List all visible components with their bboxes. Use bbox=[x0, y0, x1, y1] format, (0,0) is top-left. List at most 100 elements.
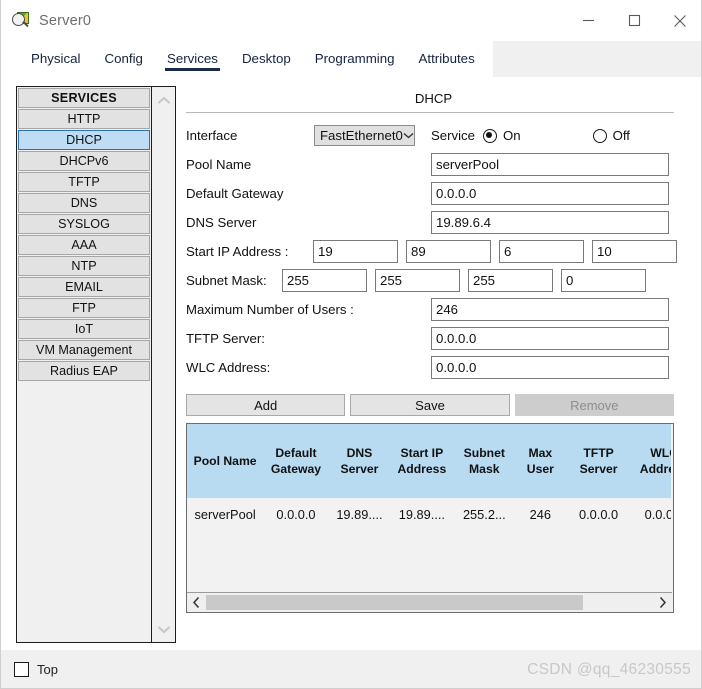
table-horizontal-scrollbar[interactable] bbox=[187, 592, 672, 612]
title-divider bbox=[186, 112, 674, 113]
tab-physical[interactable]: Physical bbox=[19, 41, 93, 66]
sidebar-item-aaa[interactable]: AAA bbox=[18, 235, 150, 255]
col-tftp-server[interactable]: TFTP Server bbox=[566, 424, 632, 498]
interface-row: Interface FastEthernet0 Service On Off bbox=[186, 121, 681, 150]
sidebar-item-vm-management[interactable]: VM Management bbox=[18, 340, 150, 360]
default-gateway-input[interactable] bbox=[431, 182, 669, 205]
watermark-text: CSDN @qq_46230555 bbox=[527, 661, 691, 679]
subnet-mask-octet-1[interactable] bbox=[282, 269, 367, 292]
cell-wlc-address: 0.0.0.0 bbox=[631, 498, 671, 530]
tftp-server-row: TFTP Server: bbox=[186, 324, 681, 353]
tftp-server-label: TFTP Server: bbox=[186, 331, 265, 346]
start-ip-octet-4[interactable] bbox=[592, 240, 677, 263]
services-content-area: SERVICES HTTP DHCP DHCPv6 TFTP DNS SYSLO… bbox=[1, 77, 702, 650]
title-bar: Server0 bbox=[1, 0, 702, 41]
top-checkbox-label: Top bbox=[37, 662, 58, 677]
sidebar-item-dhcp[interactable]: DHCP bbox=[18, 130, 150, 150]
services-list: SERVICES HTTP DHCP DHCPv6 TFTP DNS SYSLO… bbox=[17, 87, 151, 642]
col-default-gateway[interactable]: Default Gateway bbox=[263, 424, 329, 498]
interface-select[interactable]: FastEthernet0 bbox=[314, 125, 415, 146]
add-button[interactable]: Add bbox=[186, 394, 345, 416]
pool-name-label: Pool Name bbox=[186, 157, 251, 172]
start-ip-octet-1[interactable] bbox=[313, 240, 398, 263]
tab-strip: Physical Config Services Desktop Program… bbox=[1, 41, 702, 77]
dns-server-input[interactable] bbox=[431, 211, 669, 234]
sidebar-item-tftp[interactable]: TFTP bbox=[18, 172, 150, 192]
chevron-left-icon[interactable] bbox=[187, 593, 206, 612]
wlc-address-input[interactable] bbox=[431, 356, 669, 379]
interface-select-value: FastEthernet0 bbox=[320, 128, 403, 143]
save-button[interactable]: Save bbox=[350, 394, 509, 416]
col-start-ip-address[interactable]: Start IP Address bbox=[390, 424, 453, 498]
tab-programming[interactable]: Programming bbox=[303, 41, 407, 66]
cell-default-gateway: 0.0.0.0 bbox=[263, 498, 329, 530]
dhcp-form-panel: DHCP Interface FastEthernet0 Service On … bbox=[186, 86, 681, 643]
pool-name-input[interactable] bbox=[431, 153, 669, 176]
subnet-mask-octet-3[interactable] bbox=[468, 269, 553, 292]
default-gateway-row: Default Gateway bbox=[186, 179, 681, 208]
sidebar-header-services: SERVICES bbox=[18, 88, 150, 108]
sidebar-item-http[interactable]: HTTP bbox=[18, 109, 150, 129]
tab-config[interactable]: Config bbox=[93, 41, 155, 66]
start-ip-octet-3[interactable] bbox=[499, 240, 584, 263]
sidebar-item-syslog[interactable]: SYSLOG bbox=[18, 214, 150, 234]
remove-button: Remove bbox=[515, 394, 674, 416]
maximize-button[interactable] bbox=[611, 0, 657, 41]
subnet-mask-label: Subnet Mask: bbox=[186, 273, 267, 288]
cell-max-user: 246 bbox=[515, 498, 566, 530]
tftp-server-input[interactable] bbox=[431, 327, 669, 350]
checkbox-box[interactable] bbox=[14, 662, 29, 677]
sidebar-item-email[interactable]: EMAIL bbox=[18, 277, 150, 297]
sidebar-item-dns[interactable]: DNS bbox=[18, 193, 150, 213]
start-ip-row: Start IP Address : bbox=[186, 237, 681, 266]
dhcp-pool-table-container: Pool Name Default Gateway DNS Server Sta… bbox=[186, 423, 674, 613]
dns-server-row: DNS Server bbox=[186, 208, 681, 237]
service-off-radio[interactable] bbox=[593, 129, 607, 143]
start-ip-label: Start IP Address : bbox=[186, 244, 288, 259]
tab-desktop[interactable]: Desktop bbox=[230, 41, 303, 66]
chevron-down-icon[interactable] bbox=[152, 618, 176, 640]
start-ip-octets bbox=[313, 240, 677, 263]
sidebar-item-radius-eap[interactable]: Radius EAP bbox=[18, 361, 150, 381]
dns-server-label: DNS Server bbox=[186, 215, 256, 230]
wlc-address-label: WLC Address: bbox=[186, 360, 270, 375]
cell-tftp-server: 0.0.0.0 bbox=[566, 498, 632, 530]
services-sidebar: SERVICES HTTP DHCP DHCPv6 TFTP DNS SYSLO… bbox=[16, 86, 176, 643]
subnet-mask-octet-4[interactable] bbox=[561, 269, 646, 292]
max-users-label: Maximum Number of Users : bbox=[186, 302, 354, 317]
table-header-row: Pool Name Default Gateway DNS Server Sta… bbox=[187, 424, 671, 498]
col-dns-server[interactable]: DNS Server bbox=[329, 424, 390, 498]
service-on-radio[interactable] bbox=[483, 129, 497, 143]
cell-pool-name: serverPool bbox=[187, 498, 263, 530]
chevron-right-icon[interactable] bbox=[653, 593, 672, 612]
col-pool-name[interactable]: Pool Name bbox=[187, 424, 263, 498]
chevron-down-icon bbox=[403, 132, 414, 139]
close-button[interactable] bbox=[657, 0, 702, 41]
tab-services[interactable]: Services bbox=[155, 41, 230, 66]
status-bar: Top CSDN @qq_46230555 bbox=[1, 650, 702, 689]
col-subnet-mask[interactable]: Subnet Mask bbox=[454, 424, 515, 498]
sidebar-item-iot[interactable]: IoT bbox=[18, 319, 150, 339]
col-max-user[interactable]: Max User bbox=[515, 424, 566, 498]
service-on-label: On bbox=[503, 128, 521, 143]
window-title: Server0 bbox=[39, 13, 91, 29]
chevron-up-icon[interactable] bbox=[152, 89, 176, 111]
table-row[interactable]: serverPool 0.0.0.0 19.89.... 19.89.... 2… bbox=[187, 498, 671, 530]
sidebar-item-ftp[interactable]: FTP bbox=[18, 298, 150, 318]
action-button-row: Add Save Remove bbox=[186, 394, 674, 416]
top-checkbox[interactable]: Top bbox=[14, 662, 58, 677]
sidebar-vertical-scrollbar[interactable] bbox=[151, 87, 175, 642]
server-magnifier-icon bbox=[12, 12, 30, 30]
start-ip-octet-2[interactable] bbox=[406, 240, 491, 263]
tab-attributes[interactable]: Attributes bbox=[407, 41, 487, 66]
default-gateway-label: Default Gateway bbox=[186, 186, 284, 201]
scrollbar-thumb[interactable] bbox=[206, 595, 583, 610]
minimize-button[interactable] bbox=[565, 0, 611, 41]
page-title: DHCP bbox=[186, 86, 681, 106]
service-radio-group: Service On Off bbox=[431, 128, 630, 143]
sidebar-item-ntp[interactable]: NTP bbox=[18, 256, 150, 276]
max-users-input[interactable] bbox=[431, 298, 669, 321]
sidebar-item-dhcpv6[interactable]: DHCPv6 bbox=[18, 151, 150, 171]
col-wlc-address[interactable]: WLC Address bbox=[631, 424, 671, 498]
subnet-mask-octet-2[interactable] bbox=[375, 269, 460, 292]
